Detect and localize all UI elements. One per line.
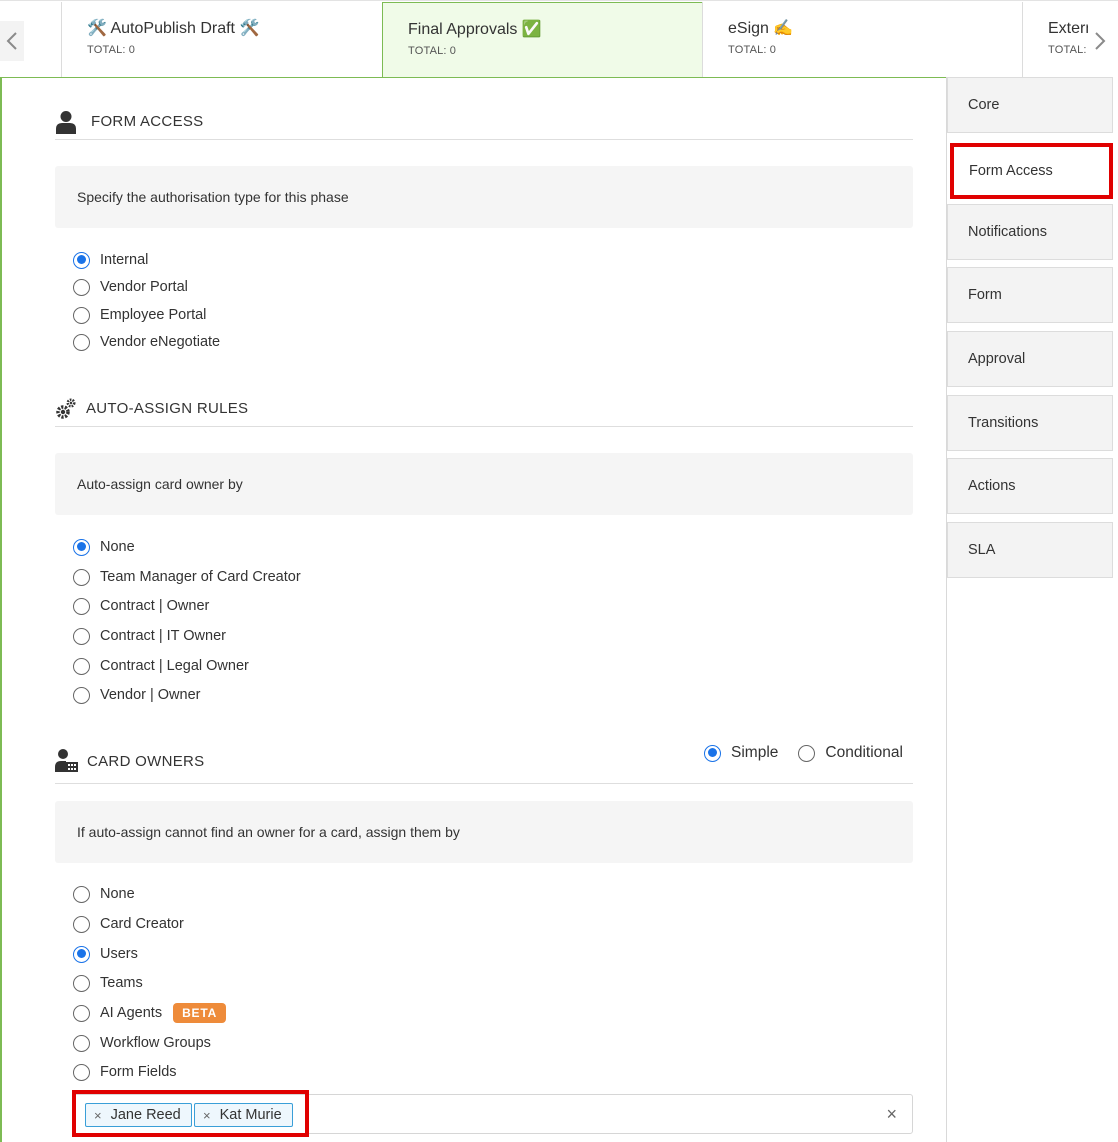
auto-assign-header: AUTO-ASSIGN RULES	[55, 391, 913, 427]
radio-button[interactable]	[704, 744, 721, 762]
radio-card-creator[interactable]: Card Creator	[73, 914, 184, 934]
phase-tab-external[interactable]: External TOTAL:0	[1022, 2, 1088, 78]
sidebar-item-transitions[interactable]: Transitions	[947, 395, 1113, 451]
chevron-left-icon[interactable]	[0, 21, 24, 61]
gears-icon	[55, 396, 77, 422]
owner-mode-selector: Simple Conditional	[704, 744, 903, 762]
remove-tag-icon[interactable]: ×	[203, 1108, 211, 1123]
radio-users[interactable]: Users	[73, 944, 138, 964]
radio-button[interactable]	[73, 885, 90, 903]
radio-team-manager[interactable]: Team Manager of Card Creator	[73, 567, 301, 587]
radio-none[interactable]: None	[73, 537, 135, 557]
radio-owner-none[interactable]: None	[73, 884, 135, 904]
radio-internal[interactable]: Internal	[73, 250, 148, 270]
phase-name: External	[1048, 20, 1088, 37]
radio-employee-portal[interactable]: Employee Portal	[73, 305, 206, 325]
phase-name: eSign ✍️	[728, 20, 794, 37]
radio-conditional[interactable]: Conditional	[798, 744, 903, 762]
check-mark-icon: ✅	[521, 21, 542, 38]
radio-contract-owner[interactable]: Contract | Owner	[73, 596, 209, 616]
phase-total: TOTAL:0	[728, 44, 777, 56]
radio-workflow-groups[interactable]: Workflow Groups	[73, 1033, 211, 1053]
section-title: FORM ACCESS	[91, 113, 204, 130]
radio-button[interactable]	[73, 333, 90, 351]
radio-button[interactable]	[73, 251, 90, 269]
settings-sidebar: Core Form Access Notifications Form Appr…	[946, 77, 1118, 1142]
radio-button[interactable]	[73, 945, 90, 963]
radio-button[interactable]	[73, 974, 90, 992]
form-access-header: FORM ACCESS	[55, 104, 913, 140]
form-access-info: Specify the authorisation type for this …	[55, 166, 913, 228]
radio-simple[interactable]: Simple	[704, 744, 778, 762]
phase-tab-autopublish-draft[interactable]: 🛠️ AutoPublish Draft 🛠️ TOTAL: 0	[61, 2, 383, 78]
radio-button[interactable]	[73, 686, 90, 704]
radio-button[interactable]	[73, 597, 90, 615]
radio-button[interactable]	[73, 1004, 90, 1022]
clear-all-icon[interactable]: ×	[886, 1104, 897, 1125]
phase-total: TOTAL:0	[87, 44, 136, 56]
radio-vendor-owner[interactable]: Vendor | Owner	[73, 685, 201, 705]
radio-contract-legal-owner[interactable]: Contract | Legal Owner	[73, 656, 249, 676]
writing-hand-icon: ✍️	[773, 20, 794, 37]
beta-badge: BETA	[173, 1003, 227, 1023]
chevron-right-icon[interactable]	[1088, 21, 1112, 61]
section-title: CARD OWNERS	[87, 752, 205, 770]
tools-icon: 🛠️	[239, 20, 260, 37]
phase-name: 🛠️ AutoPublish Draft 🛠️	[87, 20, 260, 37]
radio-button[interactable]	[73, 538, 90, 556]
phase-tab-esign[interactable]: eSign ✍️ TOTAL: 0	[702, 2, 1023, 78]
sidebar-item-form-access[interactable]: Form Access	[950, 143, 1113, 199]
radio-vendor-enegotiate[interactable]: Vendor eNegotiate	[73, 332, 220, 352]
phase-name: Final Approvals ✅	[408, 21, 542, 38]
radio-vendor-portal[interactable]: Vendor Portal	[73, 277, 188, 297]
user-tag-kat-murie: × Kat Murie	[194, 1103, 293, 1127]
sidebar-item-sla[interactable]: SLA	[947, 522, 1113, 578]
sidebar-item-notifications[interactable]: Notifications	[947, 204, 1113, 260]
radio-button[interactable]	[73, 627, 90, 645]
sidebar-item-actions[interactable]: Actions	[947, 458, 1113, 514]
radio-button[interactable]	[73, 657, 90, 675]
remove-tag-icon[interactable]: ×	[94, 1108, 102, 1123]
card-owners-info: If auto-assign cannot find an owner for …	[55, 801, 913, 863]
radio-button[interactable]	[73, 278, 90, 296]
phase-tab-final-approvals[interactable]: Final Approvals ✅ TOTAL: 0	[382, 2, 703, 78]
section-title: AUTO-ASSIGN RULES	[86, 400, 249, 417]
radio-contract-it-owner[interactable]: Contract | IT Owner	[73, 626, 226, 646]
radio-button[interactable]	[73, 1034, 90, 1052]
radio-teams[interactable]: Teams	[73, 973, 143, 993]
radio-form-fields[interactable]: Form Fields	[73, 1062, 177, 1082]
user-icon	[55, 109, 81, 135]
phase-total: TOTAL:0	[408, 45, 457, 57]
tools-icon: 🛠️	[87, 20, 107, 37]
sidebar-item-approval[interactable]: Approval	[947, 331, 1113, 387]
auto-assign-info: Auto-assign card owner by	[55, 453, 913, 515]
radio-ai-agents[interactable]: AI Agents BETA	[73, 1003, 227, 1023]
radio-button[interactable]	[73, 306, 90, 324]
radio-button[interactable]	[73, 915, 90, 933]
sidebar-item-core[interactable]: Core	[947, 77, 1113, 133]
radio-button[interactable]	[73, 568, 90, 586]
radio-button[interactable]	[798, 744, 816, 762]
phase-total: TOTAL:0	[1048, 44, 1087, 56]
users-multiselect[interactable]: × Jane Reed × Kat Murie ×	[73, 1094, 913, 1134]
sidebar-item-form[interactable]: Form	[947, 267, 1113, 323]
user-tag-jane-reed: × Jane Reed	[85, 1103, 192, 1127]
phase-bar: 🛠️ AutoPublish Draft 🛠️ TOTAL: 0 Final Ap…	[0, 0, 1118, 78]
user-card-icon	[55, 748, 79, 774]
radio-button[interactable]	[73, 1063, 90, 1081]
